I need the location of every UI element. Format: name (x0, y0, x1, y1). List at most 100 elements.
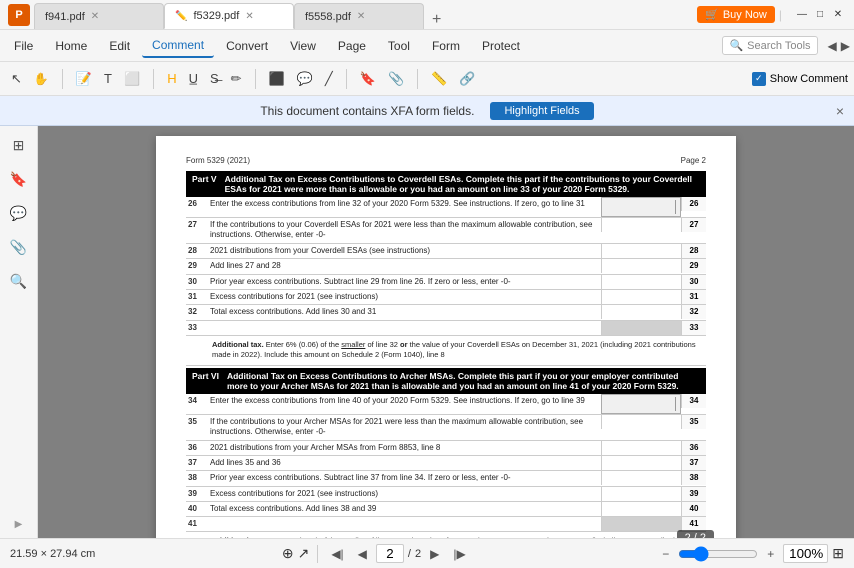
form-label: Form 5329 (2021) (186, 156, 250, 165)
menu-comment[interactable]: Comment (142, 34, 214, 58)
back-icon[interactable]: ◀ (828, 39, 837, 53)
menu-edit[interactable]: Edit (99, 35, 140, 57)
menu-form[interactable]: Form (422, 35, 470, 57)
cart-icon: 🛒 (705, 8, 719, 21)
sidebar-icon-bookmarks[interactable]: 🔖 (8, 168, 30, 190)
zoom-percent-input[interactable] (783, 544, 828, 563)
menu-tool[interactable]: Tool (378, 35, 420, 57)
tab-close-f5558[interactable]: ✕ (357, 11, 365, 22)
part-v-label: Part V (192, 174, 217, 184)
tab-f5329[interactable]: ✏️ f5329.pdf ✕ (164, 3, 294, 29)
row-39: 39 Excess contributions for 2021 (see in… (186, 487, 706, 502)
minimize-button[interactable]: — (794, 7, 810, 23)
row-30: 30 Prior year excess contributions. Subt… (186, 275, 706, 290)
pdf-container[interactable]: Form 5329 (2021) Page 2 Part V Additiona… (38, 126, 854, 538)
toolbar-group-2: 📝 T ⬜ (71, 68, 145, 90)
text-comment-button[interactable]: T (99, 68, 117, 89)
last-page-button[interactable]: |▶ (448, 545, 470, 563)
sticky-note-button[interactable]: 📝 (71, 68, 97, 90)
part-vi-label: Part VI (192, 371, 219, 381)
area-button[interactable]: ⬜ (119, 68, 145, 90)
toolbar-group-3: H U̲ S̶ ✏ (162, 68, 246, 90)
toolbar: ↖ ✋ 📝 T ⬜ H U̲ S̶ ✏ ⬛ 💬 ╱ 🔖 📎 📏 🔗 ✓ Show… (0, 62, 854, 96)
nav-arrows: ◀ ▶ (828, 39, 850, 53)
row-37: 37 Add lines 35 and 36 37 (186, 456, 706, 471)
link-button[interactable]: 🔗 (454, 68, 480, 90)
tab-close-f941[interactable]: ✕ (91, 11, 99, 22)
tabs-container: f941.pdf ✕ ✏️ f5329.pdf ✕ f5558.pdf ✕ + (34, 0, 693, 29)
notification-close-button[interactable]: × (836, 103, 844, 119)
pdf-page: Form 5329 (2021) Page 2 Part V Additiona… (156, 136, 736, 538)
textbox-button[interactable]: ⬛ (264, 68, 290, 90)
show-comment-checkbox[interactable]: ✓ (752, 72, 766, 86)
buy-now-label: Buy Now (723, 9, 767, 21)
zoom-slider[interactable] (678, 546, 758, 562)
part-vi-title: Additional Tax on Excess Contributions t… (227, 371, 700, 391)
highlight-button[interactable]: H (162, 68, 181, 89)
page-divider: / (408, 548, 411, 560)
page-number-input[interactable] (376, 544, 404, 563)
row-33: 33 33 (186, 321, 706, 336)
sidebar-icon-search[interactable]: 🔍 (8, 270, 30, 292)
hand-tool-button[interactable]: ✋ (29, 69, 54, 89)
attach-button[interactable]: 📎 (383, 68, 409, 90)
line-button[interactable]: ╱ (320, 68, 338, 90)
window-controls: — □ ✕ (794, 7, 846, 23)
sidebar-expand-button[interactable]: ▶ (15, 519, 23, 530)
search-icon: 🔍 (729, 39, 743, 52)
toolbar-sep-1 (62, 69, 63, 89)
toolbar-group-4: ⬛ 💬 ╱ (264, 68, 338, 90)
sidebar-icon-comments[interactable]: 💬 (8, 202, 30, 224)
menu-home[interactable]: Home (45, 35, 97, 57)
row-29: 29 Add lines 27 and 28 29 (186, 259, 706, 274)
highlight-fields-button[interactable]: Highlight Fields (490, 102, 593, 120)
menu-protect[interactable]: Protect (472, 35, 530, 57)
sidebar-icon-pages[interactable]: ⊞ (8, 134, 30, 156)
zoom-in-button[interactable]: + (762, 545, 779, 563)
page-size-label: 21.59 × 27.94 cm (10, 548, 95, 560)
part-v-header: Part V Additional Tax on Excess Contribu… (186, 171, 706, 197)
underline-button[interactable]: U̲ (184, 68, 203, 89)
menu-view[interactable]: View (280, 35, 326, 57)
row-35: 35 If the contributions to your Archer M… (186, 415, 706, 441)
bottom-bar: 21.59 × 27.94 cm ⊕ ↗ ◀| ◀ / 2 ▶ |▶ − + ⊞ (0, 538, 854, 568)
add-tab-button[interactable]: + (424, 11, 449, 29)
tab-f5558[interactable]: f5558.pdf ✕ (294, 3, 424, 29)
pdf-page-header: Form 5329 (2021) Page 2 (186, 156, 706, 165)
stamp-button[interactable]: 🔖 (355, 68, 381, 90)
pencil-button[interactable]: ✏ (226, 68, 247, 90)
tab-f941[interactable]: f941.pdf ✕ (34, 3, 164, 29)
sidebar-icon-attachments[interactable]: 📎 (8, 236, 30, 258)
menu-convert[interactable]: Convert (216, 35, 278, 57)
nav-controls: ⊕ ↗ ◀| ◀ / 2 ▶ |▶ (103, 544, 649, 563)
measure-button[interactable]: 📏 (426, 68, 452, 90)
titlebar: P f941.pdf ✕ ✏️ f5329.pdf ✕ f5558.pdf ✕ … (0, 0, 854, 30)
strikethrough-button[interactable]: S̶ (205, 68, 224, 89)
menu-page[interactable]: Page (328, 35, 376, 57)
close-button[interactable]: ✕ (830, 7, 846, 23)
show-comment-label: Show Comment (770, 73, 848, 85)
search-tools-wrap[interactable]: 🔍 Search Tools (722, 36, 817, 55)
zoom-controls: − + ⊞ (657, 544, 844, 563)
fit-page-icon[interactable]: ⊞ (832, 545, 844, 562)
cursor-tool-button[interactable]: ↖ (6, 68, 27, 90)
total-pages: 2 (415, 548, 421, 560)
prev-page-button[interactable]: ◀ (353, 545, 372, 563)
next-page-button[interactable]: ▶ (425, 545, 444, 563)
bottom-sep (317, 545, 318, 563)
page-badge: 2 / 2 (677, 530, 714, 538)
toolbar-sep-2 (153, 69, 154, 89)
tab-close-f5329[interactable]: ✕ (245, 11, 253, 22)
maximize-button[interactable]: □ (812, 7, 828, 23)
first-page-button[interactable]: ◀| (326, 545, 348, 563)
forward-icon[interactable]: ▶ (841, 39, 850, 53)
zoom-out-button[interactable]: − (657, 545, 674, 563)
buy-now-button[interactable]: 🛒 Buy Now (697, 6, 775, 23)
cursor-arrow-icon[interactable]: ↗ (298, 545, 310, 562)
cursor-select-icon[interactable]: ⊕ (282, 545, 294, 562)
menu-file[interactable]: File (4, 35, 43, 57)
part-vi-header: Part VI Additional Tax on Excess Contrib… (186, 368, 706, 394)
callout-button[interactable]: 💬 (292, 68, 318, 90)
row-28: 28 2021 distributions from your Coverdel… (186, 244, 706, 259)
row-40: 40 Total excess contributions. Add lines… (186, 502, 706, 517)
